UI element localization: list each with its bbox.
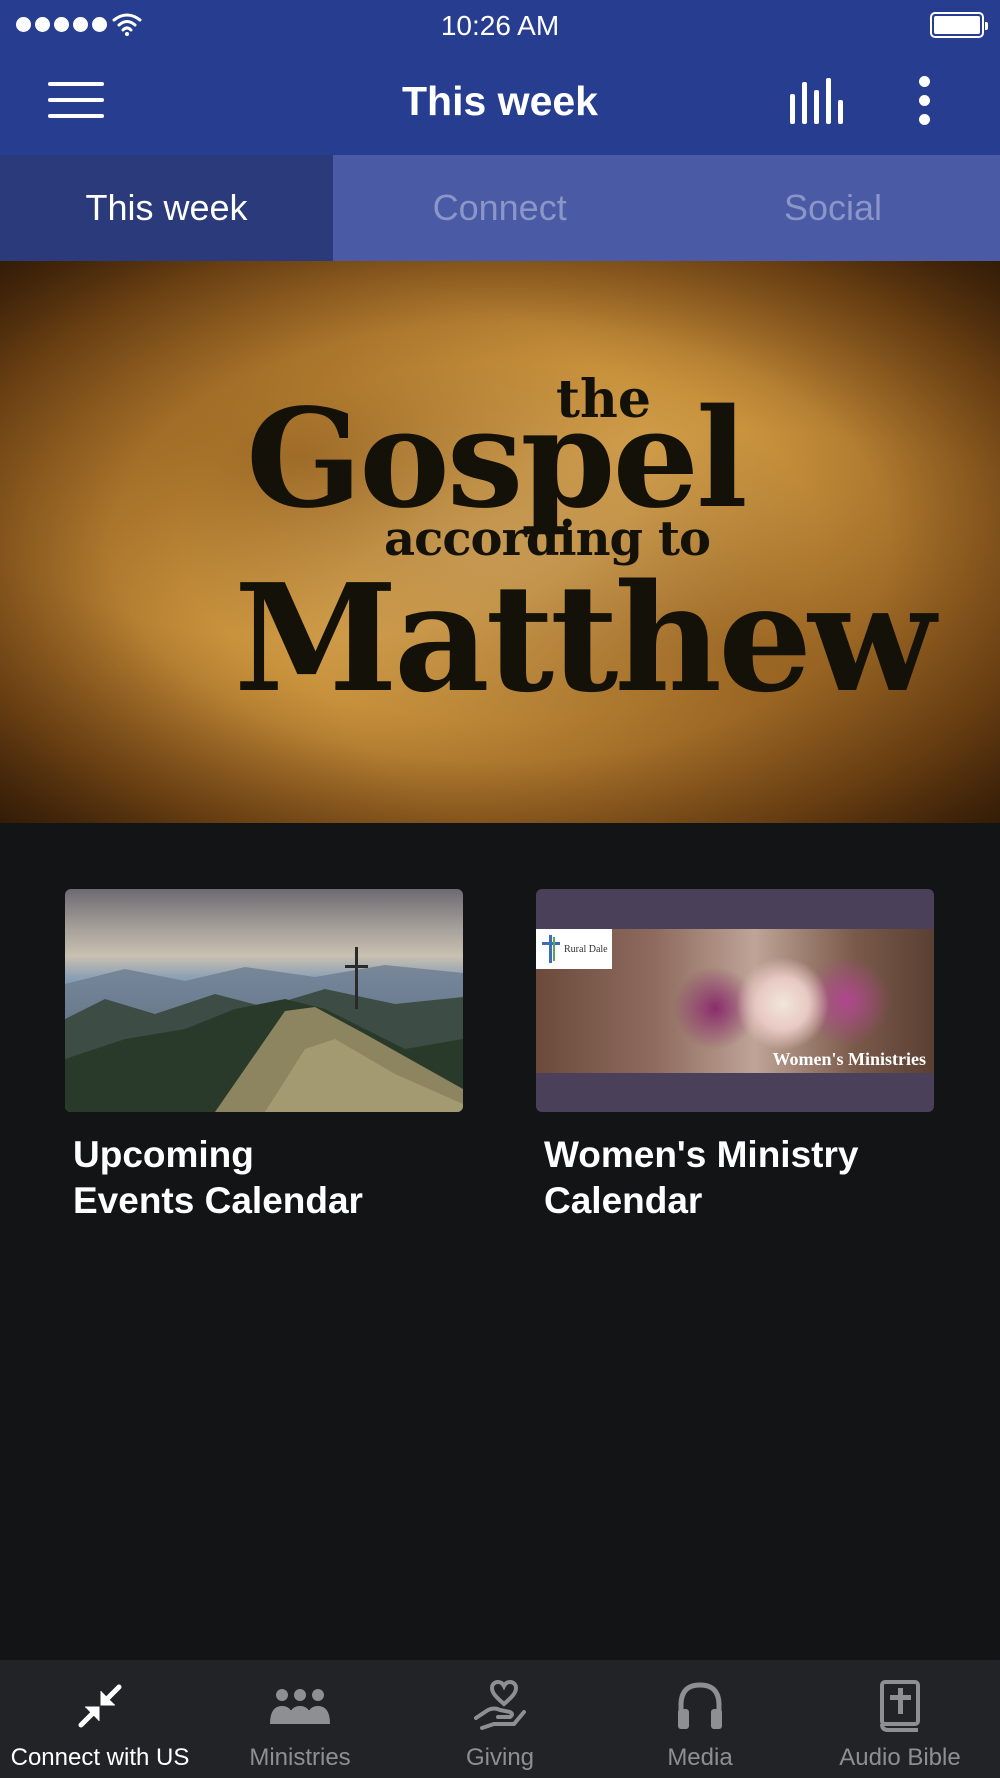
headphones-icon <box>670 1676 730 1736</box>
nav-ministries[interactable]: Ministries <box>200 1660 400 1778</box>
collapse-arrows-icon <box>70 1676 130 1736</box>
upcoming-events-card[interactable]: Upcoming Events Calendar <box>65 889 463 1224</box>
nav-audio-bible[interactable]: Audio Bible <box>800 1660 1000 1778</box>
card-title: Women's Ministry Calendar <box>544 1134 859 1221</box>
womens-ministry-card[interactable]: Rural Dale Women's Ministries Women's Mi… <box>536 889 934 1224</box>
bible-icon <box>870 1676 930 1736</box>
hero-title: the Gospel according to Matthew <box>0 261 1000 823</box>
mountain-cross-image <box>65 889 463 1112</box>
nav-label: Connect with US <box>10 1744 190 1771</box>
nav-connect-with-us[interactable]: Connect with US <box>0 1660 200 1778</box>
bottom-nav: Connect with US Ministries Giving Media … <box>0 1660 1000 1778</box>
battery-icon <box>930 12 988 38</box>
nav-media[interactable]: Media <box>600 1660 800 1778</box>
nav-label: Media <box>667 1744 733 1771</box>
app-header: This week <box>0 50 1000 155</box>
cross-logo-icon <box>542 935 560 963</box>
banner-text: Women's Ministries <box>772 1049 927 1069</box>
hero-matthew-text: Matthew <box>234 551 936 725</box>
hamburger-menu-icon[interactable] <box>48 82 104 120</box>
church-logo: Rural Dale <box>536 929 612 969</box>
nav-label: Audio Bible <box>839 1744 961 1771</box>
tab-bar: This week Connect Social <box>0 155 1000 261</box>
tab-social[interactable]: Social <box>666 155 999 261</box>
more-vertical-icon[interactable] <box>912 76 936 128</box>
audio-bars-icon[interactable] <box>788 78 846 124</box>
nav-label: Giving <box>465 1744 535 1771</box>
flowers-in-hands-image: Rural Dale Women's Ministries <box>536 889 934 1112</box>
page-title: This week <box>402 78 598 124</box>
logo-text: Rural Dale <box>564 943 608 955</box>
tab-connect[interactable]: Connect <box>333 155 666 261</box>
nav-giving[interactable]: Giving <box>400 1660 600 1778</box>
nav-label: Ministries <box>249 1744 351 1771</box>
card-title: Upcoming Events Calendar <box>73 1134 363 1221</box>
status-bar: 10:26 AM <box>0 0 1000 50</box>
people-group-icon <box>270 1676 330 1736</box>
heart-hand-icon <box>470 1676 530 1736</box>
status-time: 10:26 AM <box>440 10 560 41</box>
hero-banner[interactable]: the Gospel according to Matthew <box>0 261 1000 823</box>
tab-this-week[interactable]: This week <box>0 155 333 261</box>
